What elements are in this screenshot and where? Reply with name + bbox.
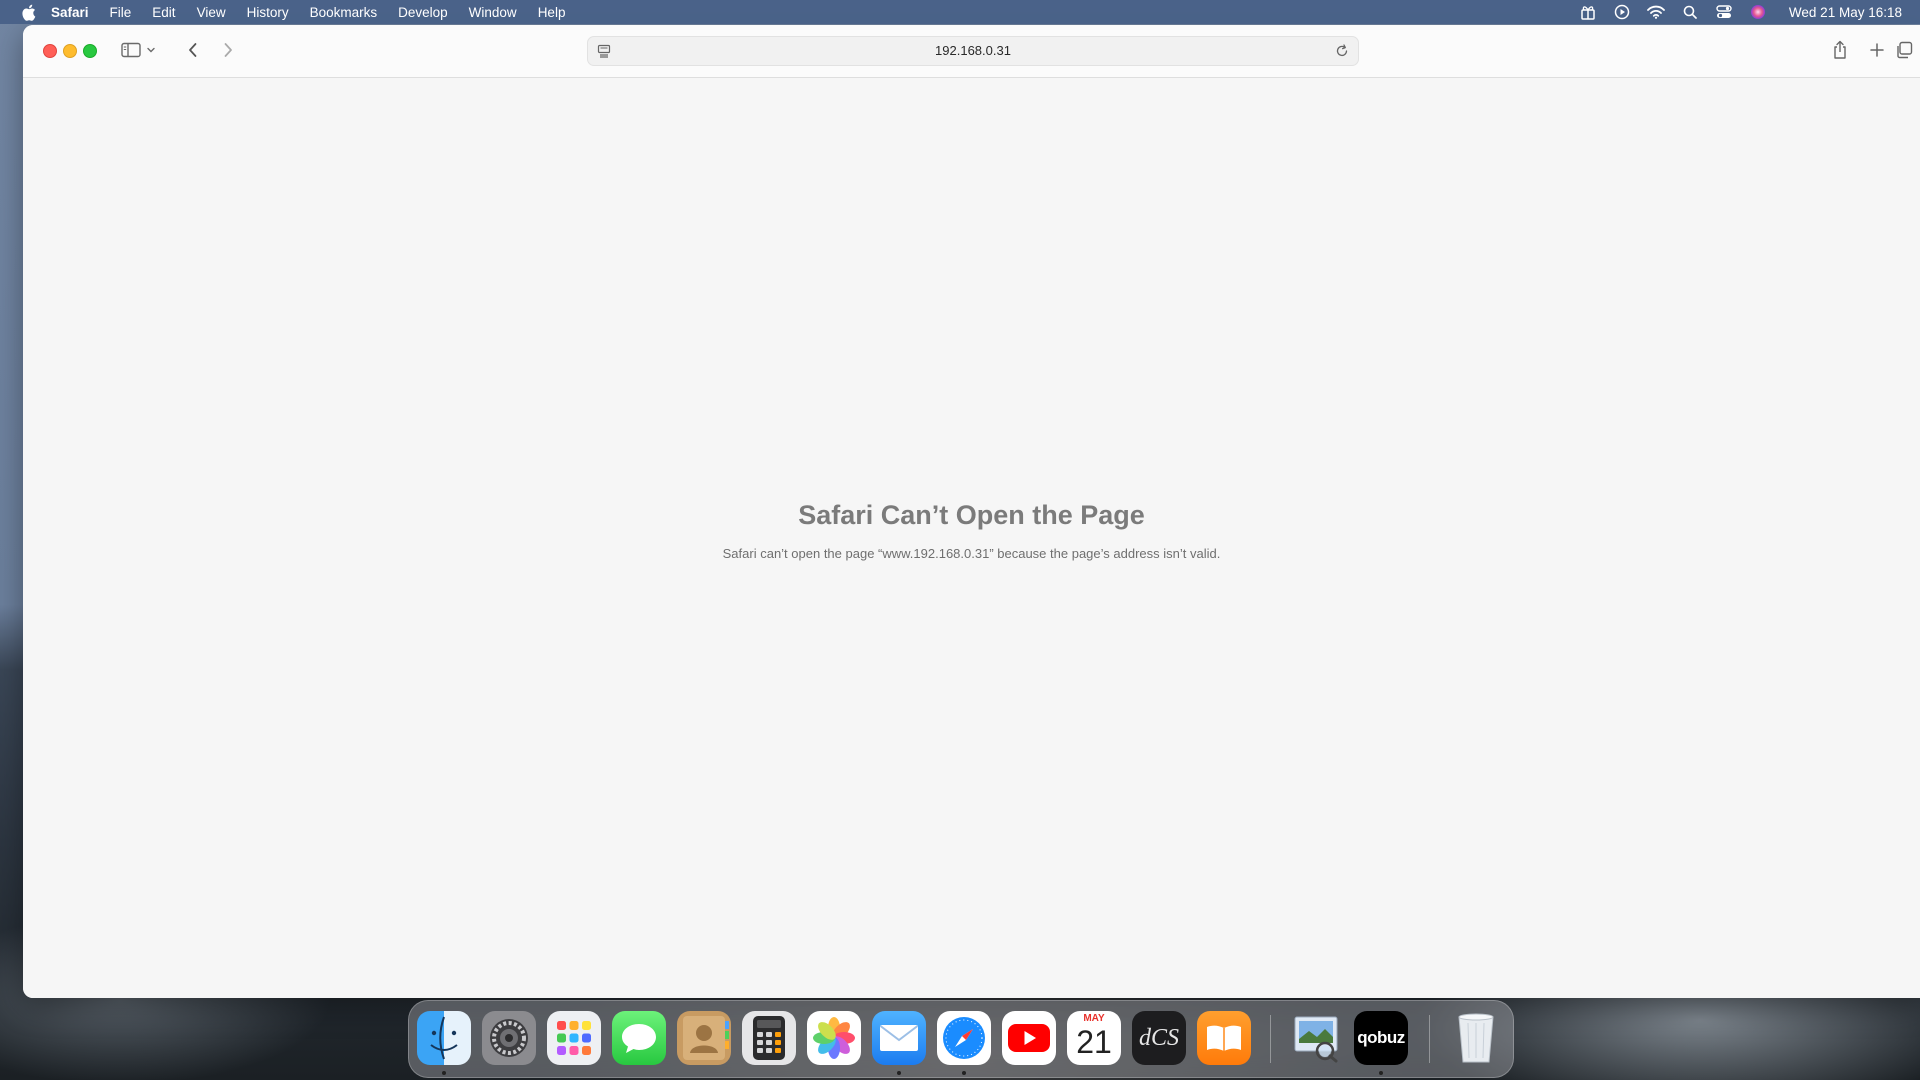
dock: MAY 21 dCS qobuz — [408, 1000, 1514, 1078]
safari-icon[interactable] — [937, 1011, 991, 1065]
launchpad-icon[interactable] — [547, 1011, 601, 1065]
error-message: Safari can’t open the page “www.192.168.… — [722, 546, 1221, 561]
new-tab-button[interactable] — [1864, 38, 1890, 62]
play-status-icon[interactable] — [1613, 4, 1631, 20]
web-content: Safari Can’t Open the Page Safari can’t … — [23, 78, 1920, 998]
calendar-day: 21 — [1076, 1024, 1112, 1060]
books-icon[interactable] — [1197, 1011, 1251, 1065]
messages-icon[interactable] — [612, 1011, 666, 1065]
dock-separator-trash — [1429, 1015, 1430, 1063]
reload-icon[interactable] — [1334, 43, 1350, 59]
calendar-icon[interactable]: MAY 21 — [1067, 1011, 1121, 1065]
menu-bar: Safari File Edit View History Bookmarks … — [0, 0, 1920, 24]
menu-history[interactable]: History — [247, 5, 289, 20]
gift-status-icon[interactable] — [1579, 4, 1597, 20]
menu-help[interactable]: Help — [538, 5, 566, 20]
qobuz-app-label: qobuz — [1357, 1028, 1405, 1047]
minimize-window-button[interactable] — [63, 44, 77, 58]
safari-window: 192.168.0.31 Safari Can’t Open the Page … — [23, 25, 1920, 998]
back-button[interactable] — [180, 38, 206, 62]
menu-develop[interactable]: Develop — [398, 5, 448, 20]
safari-running-indicator — [962, 1071, 966, 1075]
error-title: Safari Can’t Open the Page — [798, 500, 1145, 530]
apple-menu-icon[interactable] — [19, 3, 37, 21]
forward-button[interactable] — [215, 38, 241, 62]
system-settings-icon[interactable] — [482, 1011, 536, 1065]
contacts-icon[interactable] — [677, 1011, 731, 1065]
menu-edit[interactable]: Edit — [152, 5, 175, 20]
mail-running-indicator — [897, 1071, 901, 1075]
finder-running-indicator — [442, 1071, 446, 1075]
finder-icon[interactable] — [417, 1011, 471, 1065]
share-button[interactable] — [1827, 38, 1853, 62]
trash-icon[interactable] — [1449, 1011, 1503, 1065]
siri-icon[interactable] — [1749, 4, 1767, 20]
calendar-month: MAY — [1083, 1013, 1105, 1024]
qobuz-running-indicator — [1379, 1071, 1383, 1075]
photos-icon[interactable] — [807, 1011, 861, 1065]
spotlight-search-icon[interactable] — [1681, 4, 1699, 20]
address-bar-url[interactable]: 192.168.0.31 — [588, 37, 1358, 65]
menu-bookmarks[interactable]: Bookmarks — [310, 5, 378, 20]
menu-view[interactable]: View — [197, 5, 226, 20]
menubar-clock[interactable]: Wed 21 May 16:18 — [1789, 5, 1902, 20]
tab-group-chevron-down-icon[interactable] — [144, 38, 158, 62]
mail-icon[interactable] — [872, 1011, 926, 1065]
dock-separator — [1270, 1015, 1271, 1063]
wifi-icon[interactable] — [1647, 4, 1665, 20]
tab-overview-button[interactable] — [1891, 38, 1917, 62]
maximize-window-button[interactable] — [83, 44, 97, 58]
menu-window[interactable]: Window — [469, 5, 517, 20]
qobuz-icon[interactable]: qobuz — [1354, 1011, 1408, 1065]
dcs-app-icon[interactable]: dCS — [1132, 1011, 1186, 1065]
close-window-button[interactable] — [43, 44, 57, 58]
menu-app-safari[interactable]: Safari — [51, 5, 89, 20]
menu-file[interactable]: File — [110, 5, 132, 20]
youtube-icon[interactable] — [1002, 1011, 1056, 1065]
address-bar[interactable]: 192.168.0.31 — [587, 36, 1359, 66]
preview-icon[interactable] — [1289, 1011, 1343, 1065]
calculator-icon[interactable] — [742, 1011, 796, 1065]
dcs-app-label: dCS — [1138, 1024, 1179, 1051]
control-center-icon[interactable] — [1715, 4, 1733, 20]
sidebar-toggle-button[interactable] — [118, 38, 144, 62]
browser-toolbar: 192.168.0.31 — [23, 25, 1920, 78]
